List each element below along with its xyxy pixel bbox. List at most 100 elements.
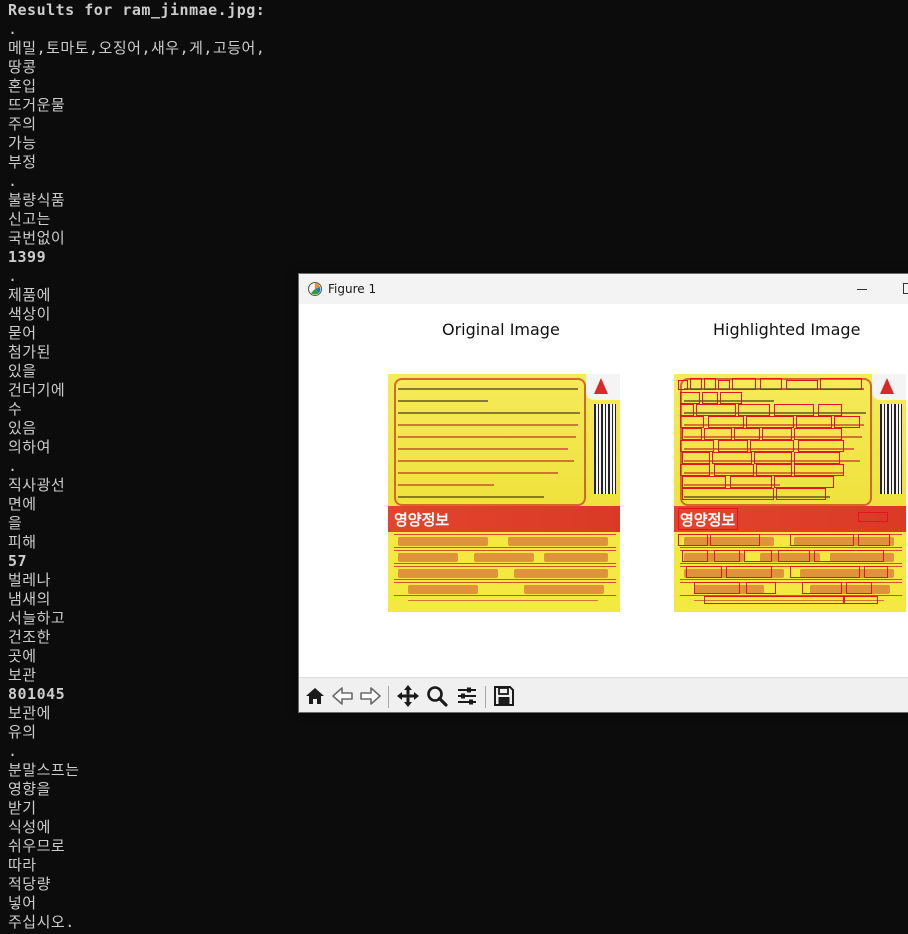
highlight-box [682,428,702,440]
highlight-box [732,378,756,390]
highlight-box [694,582,740,594]
ocr-result-line: 면에 [8,495,37,513]
highlight-box [718,380,730,390]
ocr-result-line: 국번없이 [8,229,66,247]
highlight-box [704,596,844,604]
highlight-box [682,550,708,562]
highlight-box [718,440,748,452]
highlight-box [820,378,862,390]
matplotlib-icon [307,281,323,297]
ocr-result-line: 냄새의 [8,590,51,608]
highlight-box [678,508,738,530]
ocr-result-line: 벌레나 [8,571,51,589]
highlighted-image: 영양정보 [674,374,906,612]
highlight-box [760,378,782,390]
nutrition-header: 영양정보 [394,511,450,529]
minimize-button[interactable] [839,274,885,304]
highlight-box [710,534,760,546]
highlight-box [680,404,694,416]
ocr-result-line: 의하여 [8,438,51,456]
left-axes-title: Original Image [442,320,560,339]
highlight-box [712,452,752,464]
ocr-result-line: 부정 [8,153,37,171]
maximize-button[interactable] [885,274,908,304]
ocr-result-line: 1399 [8,248,47,266]
highlight-box [746,416,794,428]
highlight-box [794,452,840,464]
highlight-box [846,582,872,594]
highlight-box [686,566,722,578]
highlight-box [774,476,834,488]
ocr-result-line: 피해 [8,533,37,551]
forward-icon[interactable] [357,683,383,709]
ocr-result-line: 57 [8,552,28,570]
highlight-box [678,380,688,390]
highlight-box [818,404,842,416]
highlight-box [680,392,700,404]
ocr-result-line: 제품에 [8,286,51,304]
highlight-box [714,550,740,562]
ocr-result-line: 수 [8,400,23,418]
window-title: Figure 1 [328,282,377,296]
highlight-box [682,476,726,488]
right-axes-title: Highlighted Image [713,320,861,339]
highlight-box [786,380,818,390]
ocr-result-line: 묻어 [8,324,37,342]
highlight-box [696,404,736,416]
ocr-result-line: . [8,172,18,190]
ocr-result-line: 주십시오. [8,913,75,931]
highlight-box [720,392,742,404]
highlight-box [802,582,842,594]
highlight-box [844,596,878,604]
zoom-icon[interactable] [424,683,450,709]
highlight-box [776,488,826,500]
highlight-box [730,476,772,488]
highlight-box [762,428,792,440]
highlight-box [682,452,710,464]
brand-logo [872,374,906,400]
highlight-box [726,566,772,578]
figure-canvas[interactable]: Original Image Highlighted Image 영양정보 영양… [299,304,908,677]
highlight-box [690,378,702,390]
pan-icon[interactable] [395,683,421,709]
back-icon[interactable] [330,683,356,709]
brand-logo [586,374,620,400]
configure-subplots-icon[interactable] [454,683,480,709]
highlight-box [708,416,744,428]
highlight-box [814,550,884,562]
highlight-box [864,566,888,578]
highlight-box [858,534,890,546]
ocr-result-line: 혼입 [8,77,37,95]
ocr-result-line: 식성에 [8,818,51,836]
navigation-toolbar [299,677,908,712]
ocr-result-line: 분말스프는 [8,761,80,779]
highlight-box [834,416,860,428]
ocr-result-line: 있음 [8,419,37,437]
ocr-result-line: 넣어 [8,894,37,912]
ocr-result-line: 서늘하고 [8,609,66,627]
highlight-box [754,452,792,464]
highlight-box [774,404,814,416]
ocr-result-line: . [8,20,18,38]
highlight-box [704,378,716,390]
ocr-result-line: . [8,457,18,475]
highlight-box [756,464,792,476]
window-titlebar[interactable]: Figure 1 [299,274,908,304]
results-header: Results for ram_jinmae.jpg: [8,1,266,19]
highlight-box [744,550,772,562]
ocr-result-line: 적당량 [8,875,51,893]
ocr-result-line: 가능 [8,134,37,152]
highlight-box [796,416,832,428]
highlight-box [750,440,794,452]
highlight-box [778,550,810,562]
ocr-result-line: 건더기에 [8,381,66,399]
ocr-result-line: . [8,742,18,760]
save-icon[interactable] [491,683,517,709]
highlight-box [680,440,714,452]
ocr-result-line: 땅콩 [8,58,37,76]
figure-window[interactable]: Figure 1 Original Image Highlighted Imag… [298,273,908,713]
ocr-result-line: 보관 [8,666,37,684]
ocr-result-line: 쉬우므로 [8,837,66,855]
ocr-result-line: 직사광선 [8,476,66,494]
home-icon[interactable] [302,683,328,709]
